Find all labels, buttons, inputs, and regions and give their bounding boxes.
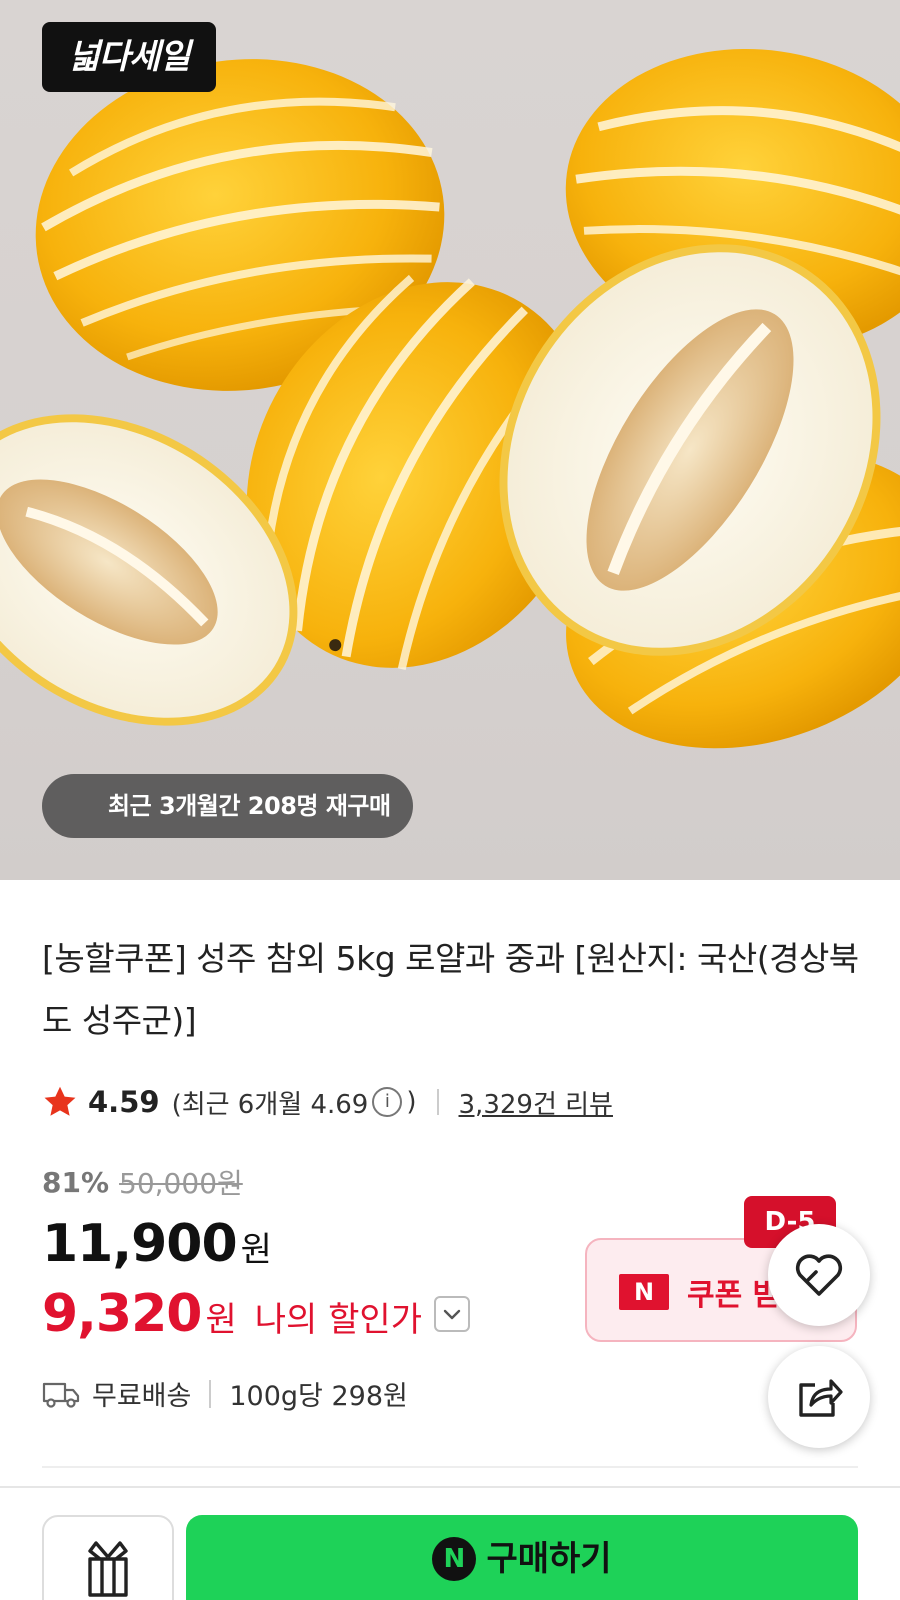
gift-button[interactable] — [42, 1515, 174, 1600]
review-count-link[interactable]: 3,329건 리뷰 — [459, 1084, 613, 1121]
sale-price-unit: 원 — [240, 1230, 272, 1270]
bottom-bar-divider — [0, 1486, 900, 1488]
product-image[interactable]: 넓다세일 최근 3개월간 208명 재구매 — [0, 0, 900, 880]
my-price-label: 나의 할인가 — [254, 1300, 422, 1340]
delivery-row: 무료배송 100g당 298원 — [42, 1374, 408, 1413]
divider — [436, 1089, 439, 1115]
star-icon — [44, 1086, 76, 1116]
heart-icon — [795, 1254, 843, 1296]
gift-icon — [88, 1541, 128, 1597]
info-icon[interactable]: i — [372, 1087, 403, 1117]
truck-icon — [42, 1382, 80, 1408]
unit-price: 100g당 298원 — [229, 1381, 408, 1412]
rating-row: 4.59 (최근 6개월 4.69 i ) 3,329건 리뷰 — [42, 1082, 613, 1122]
product-title: [농할쿠폰] 성주 참외 5kg 로얄과 중과 [원산지: 국산(경상북도 성주… — [42, 939, 859, 1040]
my-discount-price[interactable]: 9,320 원 나의 할인가 — [42, 1284, 470, 1344]
original-price: 50,000원 — [119, 1167, 243, 1200]
my-price-unit: 원 — [205, 1300, 237, 1340]
share-icon — [799, 1379, 843, 1417]
naver-n-icon: N — [619, 1274, 669, 1310]
sale-price: 11,900 원 — [42, 1214, 272, 1274]
naver-pay-icon: N — [432, 1537, 477, 1581]
share-button[interactable] — [768, 1346, 870, 1448]
buy-button[interactable]: N 구매하기 — [186, 1515, 858, 1600]
discount-rate: 81% — [42, 1165, 110, 1199]
like-button[interactable] — [768, 1224, 870, 1326]
sale-price-value: 11,900 — [42, 1214, 238, 1274]
buy-label: 구매하기 — [486, 1539, 612, 1579]
my-price-value: 9,320 — [42, 1284, 202, 1344]
melon-photo — [0, 49, 900, 749]
recent-rating-close: ) — [406, 1087, 417, 1117]
rebuy-count-badge: 최근 3개월간 208명 재구매 — [42, 774, 413, 838]
divider — [209, 1379, 212, 1408]
discount-row: 81% 50,000원 — [42, 1162, 243, 1202]
sale-event-logo: 넓다세일 — [42, 22, 216, 92]
rating-score: 4.59 — [88, 1085, 160, 1119]
chevron-down-icon[interactable] — [433, 1296, 470, 1332]
shipping-info: 무료배송 — [92, 1381, 192, 1412]
section-divider — [42, 1466, 858, 1468]
recent-rating: (최근 6개월 4.69 — [171, 1089, 369, 1120]
